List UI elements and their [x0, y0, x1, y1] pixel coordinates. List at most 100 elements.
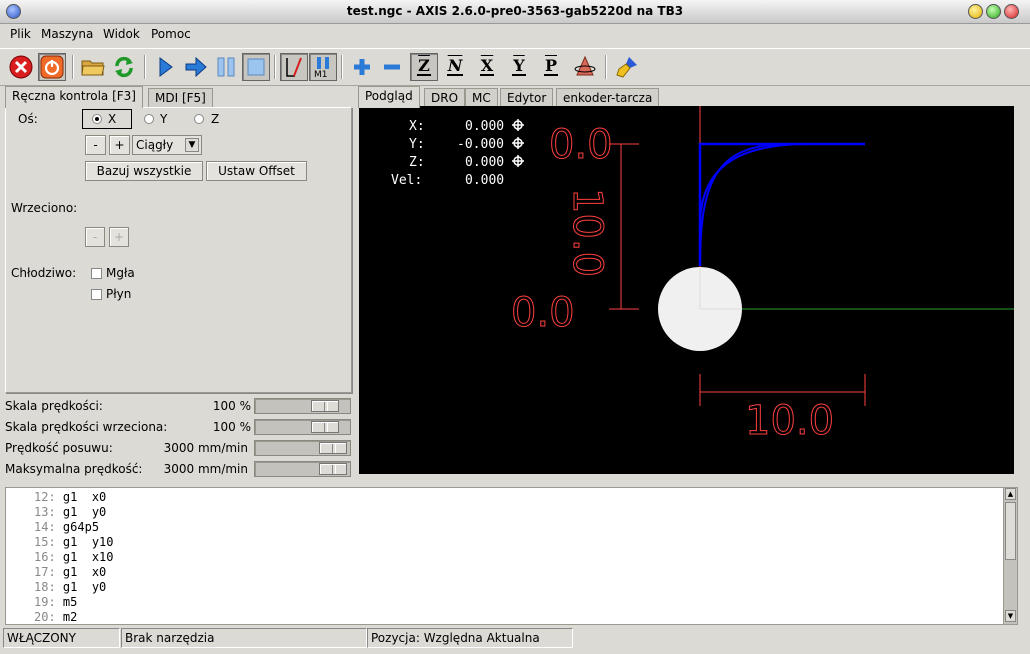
code-line: 13: g1 y0: [34, 505, 106, 519]
menu-help[interactable]: Pomoc: [151, 27, 191, 41]
code-scrollbar[interactable]: ▲ ▼: [1003, 487, 1018, 625]
line-number: 19:: [34, 595, 56, 609]
pause-button[interactable]: [212, 53, 240, 81]
line-text: g1 y0: [62, 505, 107, 519]
max-velocity-slider[interactable]: [254, 461, 351, 477]
mist-label: Mgła: [106, 266, 135, 280]
dro-vel-value: 0.000: [465, 173, 505, 188]
axis-z-radio[interactable]: [194, 114, 204, 124]
scroll-down-icon[interactable]: ▼: [1005, 610, 1016, 622]
view-y-button[interactable]: Y: [505, 53, 533, 81]
view-rotated-z-icon: N: [446, 56, 464, 76]
home-all-button[interactable]: Bazuj wszystkie: [85, 161, 203, 181]
tab-mdi[interactable]: MDI [F5]: [148, 88, 213, 108]
slider-thumb[interactable]: [311, 400, 340, 412]
axis-x-label: X: [108, 112, 117, 126]
open-file-button[interactable]: [79, 53, 107, 81]
spindle-override-value: 100 %: [212, 420, 251, 434]
dro-y-label: Y:: [409, 137, 425, 152]
line-number: 13:: [34, 505, 56, 519]
code-line: 20: m2: [34, 610, 77, 624]
jog-minus-button[interactable]: -: [85, 135, 106, 155]
tab-mc[interactable]: MC: [465, 88, 498, 108]
tab-preview[interactable]: Podgląd: [358, 86, 420, 108]
flood-checkbox[interactable]: [91, 289, 102, 300]
view-z2-button[interactable]: N: [441, 53, 469, 81]
code-line: 19: m5: [34, 595, 77, 609]
spindle-minus-button[interactable]: -: [85, 227, 105, 247]
folder-icon: [81, 60, 105, 76]
mist-checkbox[interactable]: [91, 268, 102, 279]
axis-x-radio-frame: [82, 109, 132, 129]
menu-file[interactable]: Plik: [10, 27, 31, 41]
axis-label: Oś:: [18, 112, 38, 126]
dro-z-label: Z:: [409, 155, 425, 170]
feed-override-label: Skala prędkości:: [5, 399, 103, 413]
close-icon[interactable]: [1004, 4, 1019, 19]
scroll-up-icon[interactable]: ▲: [1005, 488, 1016, 500]
chevron-down-icon: ▼: [185, 138, 199, 152]
run-button[interactable]: [151, 53, 179, 81]
clear-live-plot-button[interactable]: [571, 53, 599, 81]
clear-plot-button[interactable]: [613, 53, 641, 81]
menu-view[interactable]: Widok: [103, 27, 140, 41]
zoom-out-button[interactable]: [378, 53, 406, 81]
reload-button[interactable]: [110, 53, 138, 81]
view-x-button[interactable]: X: [473, 53, 501, 81]
jog-mode-select[interactable]: Ciągły ▼: [132, 135, 202, 155]
spindle-plus-button[interactable]: +: [109, 227, 129, 247]
slider-thumb[interactable]: [311, 421, 340, 433]
tab-dro[interactable]: DRO: [424, 88, 466, 108]
line-number: 15:: [34, 535, 56, 549]
plus-icon: [354, 59, 370, 75]
code-line: 16: g1 x10: [34, 550, 114, 564]
dim-text-horizontal: 10.0: [745, 398, 834, 444]
estop-button[interactable]: [7, 53, 35, 81]
toolpath-blend-2: [699, 143, 810, 227]
max-velocity-value: 3000 mm/min: [163, 462, 248, 476]
axis-x-radio[interactable]: [92, 114, 102, 124]
jog-plus-button[interactable]: +: [109, 135, 130, 155]
preview-canvas[interactable]: 0.0 10.0 0.0 10.0 X: 0.000 Y: -0.000 Z: …: [359, 106, 1014, 474]
optional-stop-button[interactable]: M1: [309, 53, 337, 81]
view-p-button[interactable]: P: [537, 53, 565, 81]
line-text: g1 x0: [62, 490, 107, 504]
minimize-icon[interactable]: [968, 4, 983, 19]
axis-y-label: Y: [160, 112, 168, 126]
slider-thumb[interactable]: [319, 442, 347, 454]
view-z-button[interactable]: Z: [410, 53, 438, 81]
machine-power-button[interactable]: [38, 53, 66, 81]
dim-text-bottom-zero: 0.0: [511, 290, 575, 336]
line-text: m5: [62, 595, 78, 609]
estop-icon: [9, 55, 33, 79]
reload-icon: [115, 56, 133, 78]
axis-y-radio[interactable]: [144, 114, 154, 124]
maximize-icon[interactable]: [986, 4, 1001, 19]
line-number: 18:: [34, 580, 56, 594]
menu-machine[interactable]: Maszyna: [41, 27, 93, 41]
scroll-thumb[interactable]: [1005, 502, 1016, 560]
window-title: test.ngc - AXIS 2.6.0-pre0-3563-gab5220d…: [346, 4, 684, 18]
feed-override-slider[interactable]: [254, 398, 351, 414]
tab-encoder[interactable]: enkoder-tarcza: [556, 88, 660, 108]
step-button[interactable]: [182, 53, 210, 81]
dro-x-label: X:: [409, 119, 425, 134]
code-line: 12: g1 x0: [34, 490, 106, 504]
spindle-override-slider[interactable]: [254, 419, 351, 435]
tab-manual-control[interactable]: Ręczna kontrola [F3]: [5, 86, 143, 108]
slider-thumb[interactable]: [319, 463, 347, 475]
title-bar[interactable]: test.ngc - AXIS 2.6.0-pre0-3563-gab5220d…: [0, 0, 1030, 24]
view-z-icon: Z: [417, 56, 431, 76]
jog-speed-slider[interactable]: [254, 440, 351, 456]
max-velocity-label: Maksymalna prędkość:: [5, 462, 143, 476]
stop-button[interactable]: [242, 53, 270, 81]
tab-editor[interactable]: Edytor: [500, 88, 554, 108]
rotate-view-icon: [574, 55, 596, 76]
zoom-in-button[interactable]: [348, 53, 376, 81]
gcode-view[interactable]: 12: g1 x0 13: g1 y0 14: g64p5 15: g1 y10…: [5, 487, 1003, 625]
dim-text-vertical: 10.0: [564, 188, 610, 277]
pause-icon: [217, 57, 235, 77]
touch-off-button[interactable]: Ustaw Offset: [206, 161, 307, 181]
feed-override-value: 100 %: [212, 399, 251, 413]
block-delete-button[interactable]: [280, 53, 308, 81]
